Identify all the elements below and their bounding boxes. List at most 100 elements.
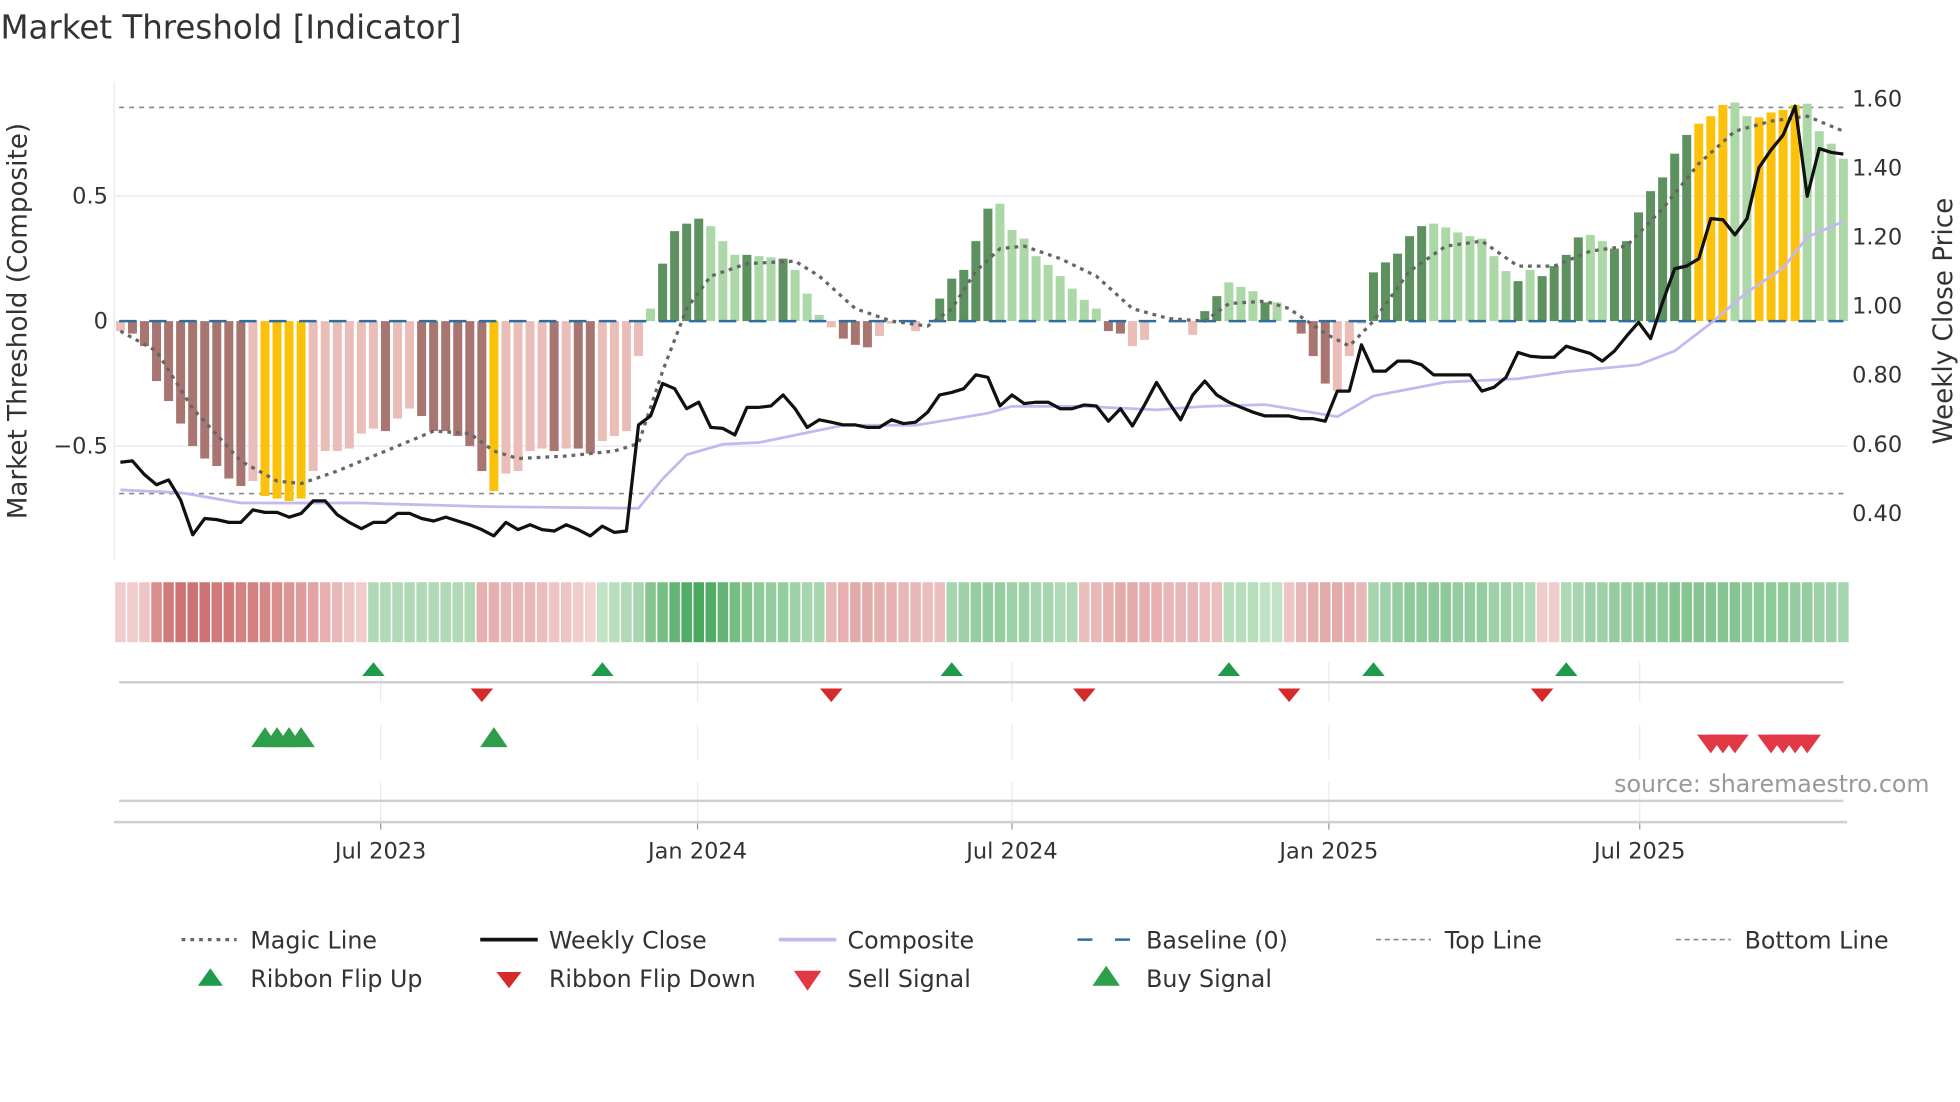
ribbon-cell — [681, 582, 692, 643]
composite-bar — [284, 321, 294, 502]
ribbon-flip-down-marker — [1073, 688, 1096, 703]
ribbon-cell — [1838, 582, 1849, 643]
ribbon-cell — [392, 582, 403, 643]
ribbon-cell — [452, 582, 464, 643]
ribbon-cell — [1283, 582, 1295, 643]
composite-bar — [1513, 281, 1523, 322]
composite-bar — [380, 321, 390, 432]
ribbon-cell — [934, 582, 945, 643]
ribbon-cell — [886, 582, 897, 643]
composite-bar — [670, 231, 680, 322]
composite-bar — [1525, 269, 1535, 322]
ribbon-cell — [139, 582, 150, 643]
ribbon-cell — [1428, 582, 1439, 643]
ribbon-cell — [199, 582, 211, 643]
ribbon-cell — [705, 582, 717, 643]
right-tick-label: 1.40 — [1852, 155, 1902, 181]
composite-bar — [429, 321, 439, 432]
legend-buy-icon — [1092, 965, 1120, 986]
ribbon-cell — [1115, 582, 1126, 643]
ribbon-cell — [1741, 582, 1753, 643]
composite-bar — [1248, 291, 1258, 322]
ribbon-cell — [344, 582, 355, 643]
composite-bar — [1585, 234, 1595, 322]
composite-bar — [1718, 104, 1728, 322]
composite-bar — [633, 321, 643, 357]
composite-bar — [1802, 103, 1812, 322]
ribbon-flip-down-marker — [1277, 688, 1301, 703]
composite-bar — [778, 258, 788, 322]
composite-bar — [1127, 321, 1137, 347]
ribbon-cell — [416, 582, 427, 643]
ribbon-cell — [1091, 582, 1102, 643]
ribbon-cell — [1404, 582, 1415, 643]
ribbon-cell — [1416, 582, 1427, 643]
ribbon-cell — [1693, 582, 1705, 643]
ribbon-cell — [801, 582, 813, 643]
ribbon-cell — [1018, 582, 1030, 643]
composite-bar — [561, 321, 571, 449]
ribbon-cell — [1705, 582, 1717, 643]
ribbon-cell — [874, 582, 885, 643]
ribbon-cell — [1789, 582, 1801, 643]
ribbon-cell — [813, 582, 825, 643]
composite-bar — [1103, 321, 1113, 332]
right-tick-label: 1.20 — [1852, 225, 1902, 251]
x-tick-label: Jul 2024 — [964, 838, 1057, 864]
composite-bar — [1188, 321, 1198, 335]
composite-bar — [501, 321, 511, 474]
ribbon-cell — [560, 582, 572, 643]
composite-bar — [1405, 236, 1415, 322]
composite-bar — [296, 321, 306, 499]
ribbon-cell — [958, 582, 970, 643]
ribbon-cell — [1717, 582, 1729, 643]
ribbon-cell — [1392, 582, 1403, 643]
legend-item-flip_up: Ribbon Flip Up — [197, 965, 422, 993]
ribbon-cell — [838, 582, 849, 643]
ribbon-cell — [633, 582, 644, 643]
buy-signal-marker — [480, 727, 508, 748]
composite-bar — [995, 203, 1005, 322]
composite-bar — [826, 321, 836, 328]
composite-bar — [1609, 248, 1619, 322]
ribbon-cell — [1344, 582, 1355, 643]
ribbon-cell — [597, 582, 608, 643]
composite-bar — [489, 321, 499, 492]
market-threshold-chart: Market Threshold [Indicator] Market Thre… — [0, 9, 1959, 993]
legend-item-baseline: Baseline (0) — [1077, 926, 1288, 954]
ribbon-cell — [1621, 582, 1632, 643]
ribbon-cell — [1042, 582, 1054, 643]
ribbon-cell — [1500, 582, 1512, 643]
composite-bar — [1754, 117, 1764, 322]
left-tick-label: −0.5 — [53, 434, 108, 460]
ribbon-cell — [657, 582, 668, 643]
ribbon-cell — [609, 582, 620, 643]
ribbon-cell — [247, 582, 259, 643]
series-lines — [119, 104, 1844, 538]
ribbon-cell — [259, 582, 271, 643]
ribbon-cell — [1054, 582, 1066, 643]
chart-title: Market Threshold [Indicator] — [0, 9, 461, 47]
composite-bar — [200, 321, 210, 459]
legend-label: Baseline (0) — [1146, 926, 1288, 954]
ribbon-cell — [1079, 582, 1090, 643]
legend-label: Bottom Line — [1745, 926, 1889, 954]
ribbon-cell — [1307, 582, 1319, 643]
composite-bar — [1344, 321, 1354, 357]
ribbon-cell — [1560, 582, 1572, 643]
composite-bar — [1573, 237, 1583, 322]
composite-bar — [850, 321, 860, 345]
composite-bar — [477, 321, 487, 472]
composite-bar — [1224, 282, 1234, 322]
composite-bar — [417, 321, 427, 417]
legend-item-flip_down: Ribbon Flip Down — [496, 965, 756, 993]
ribbon-cell — [1597, 582, 1608, 643]
ribbon-cell — [789, 582, 801, 643]
ribbon-cell — [1259, 582, 1271, 643]
ribbon-cell — [1271, 582, 1283, 643]
ribbon-cell — [1609, 582, 1620, 643]
composite-bar — [127, 321, 137, 334]
source-label: source: sharemaestro.com — [1614, 770, 1929, 798]
ribbon-cell — [1187, 582, 1199, 643]
composite-bar — [790, 269, 800, 322]
